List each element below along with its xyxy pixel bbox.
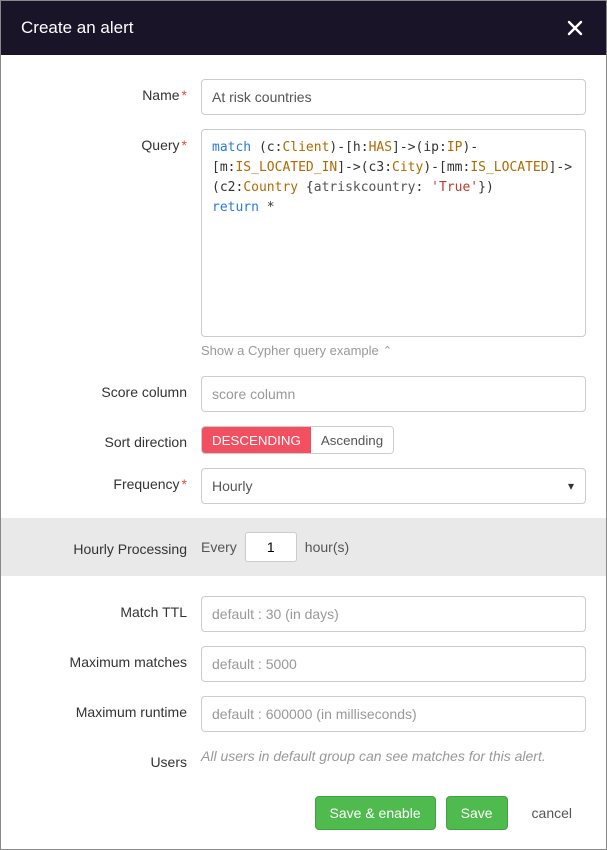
name-label: Name* <box>21 79 201 103</box>
modal-title: Create an alert <box>21 18 133 38</box>
sort-descending-button[interactable]: DESCENDING <box>202 427 311 453</box>
show-example-link[interactable]: Show a Cypher query example ⌃ <box>201 343 392 358</box>
hourly-processing-label: Hourly Processing <box>21 537 201 557</box>
modal-header: Create an alert <box>1 1 606 55</box>
frequency-select[interactable]: Hourly <box>201 468 586 504</box>
hourly-unit-text: hour(s) <box>305 539 349 555</box>
create-alert-modal: Create an alert Name* Query* match (c:Cl… <box>0 0 607 850</box>
frequency-label: Frequency* <box>21 468 201 492</box>
modal-footer: Save & enable Save cancel <box>1 784 606 849</box>
cancel-button[interactable]: cancel <box>518 796 586 830</box>
close-icon[interactable] <box>564 17 586 39</box>
max-runtime-input[interactable] <box>201 696 586 732</box>
hourly-value-input[interactable] <box>245 532 297 562</box>
name-input[interactable] <box>201 79 586 115</box>
score-column-input[interactable] <box>201 376 586 412</box>
match-ttl-input[interactable] <box>201 596 586 632</box>
save-enable-button[interactable]: Save & enable <box>315 796 436 830</box>
sort-ascending-button[interactable]: Ascending <box>311 427 393 453</box>
query-editor[interactable]: match (c:Client)-[h:HAS]->(ip:IP)-[m:IS_… <box>201 129 586 337</box>
chevron-up-icon: ⌃ <box>383 344 392 357</box>
score-column-label: Score column <box>21 376 201 400</box>
hourly-every-text: Every <box>201 539 237 555</box>
sort-direction-label: Sort direction <box>21 426 201 450</box>
match-ttl-label: Match TTL <box>21 596 201 620</box>
sort-direction-toggle: DESCENDING Ascending <box>201 426 394 454</box>
max-matches-label: Maximum matches <box>21 646 201 670</box>
modal-body: Name* Query* match (c:Client)-[h:HAS]->(… <box>1 55 606 849</box>
save-button[interactable]: Save <box>446 796 508 830</box>
query-label: Query* <box>21 129 201 153</box>
max-runtime-label: Maximum runtime <box>21 696 201 720</box>
hourly-processing-row: Hourly Processing Every hour(s) <box>1 518 606 576</box>
users-label: Users <box>21 746 201 770</box>
users-note: All users in default group can see match… <box>201 746 586 764</box>
max-matches-input[interactable] <box>201 646 586 682</box>
